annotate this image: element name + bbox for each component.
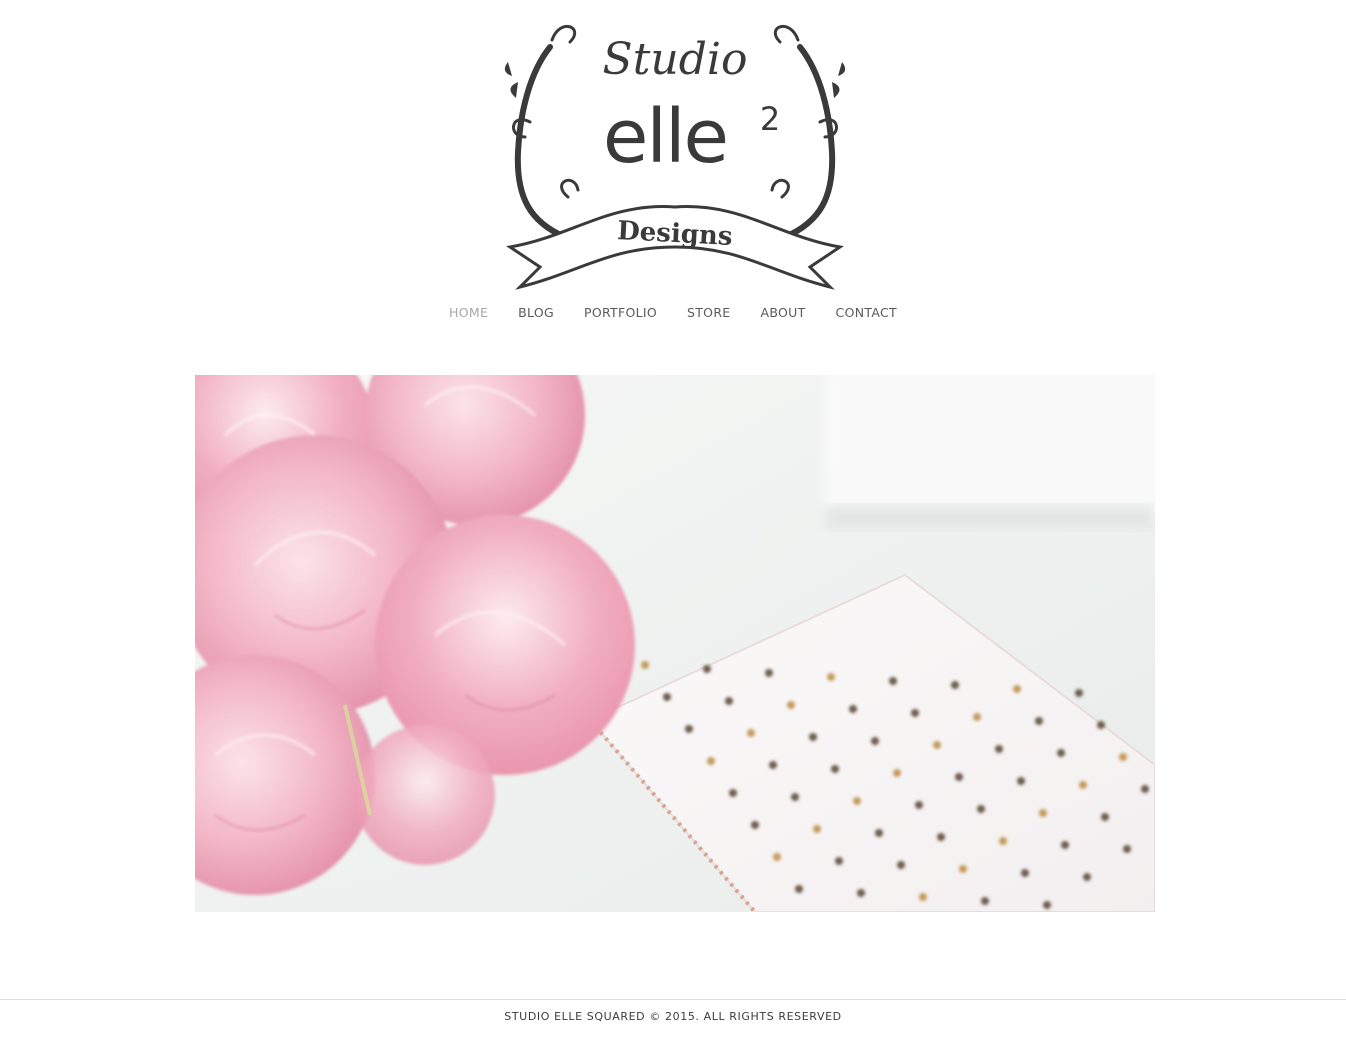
main-nav: HOME BLOG PORTFOLIO STORE ABOUT CONTACT: [0, 302, 1346, 324]
nav-contact[interactable]: CONTACT: [821, 302, 912, 324]
logo-graphic: Studio elle 2 Designs: [504, 24, 846, 290]
nav-blog[interactable]: BLOG: [503, 302, 569, 324]
footer-divider: [0, 999, 1346, 1000]
logo-superscript: 2: [760, 100, 780, 138]
site-logo[interactable]: Studio elle 2 Designs: [490, 22, 860, 297]
nav-portfolio[interactable]: PORTFOLIO: [569, 302, 672, 324]
logo-designs-text: Designs: [617, 216, 734, 252]
nav-about[interactable]: ABOUT: [746, 302, 821, 324]
logo-studio-text: Studio: [603, 34, 748, 85]
left-flourish: [514, 44, 568, 240]
right-flourish: [782, 44, 836, 240]
nav-store[interactable]: STORE: [672, 302, 746, 324]
hero-image: [195, 375, 1155, 912]
footer-copyright: STUDIO ELLE SQUARED © 2015. ALL RIGHTS R…: [504, 1010, 842, 1023]
logo-elle-text: elle: [603, 94, 727, 180]
nav-home[interactable]: HOME: [434, 302, 503, 324]
monitor-shape: [825, 375, 1155, 525]
